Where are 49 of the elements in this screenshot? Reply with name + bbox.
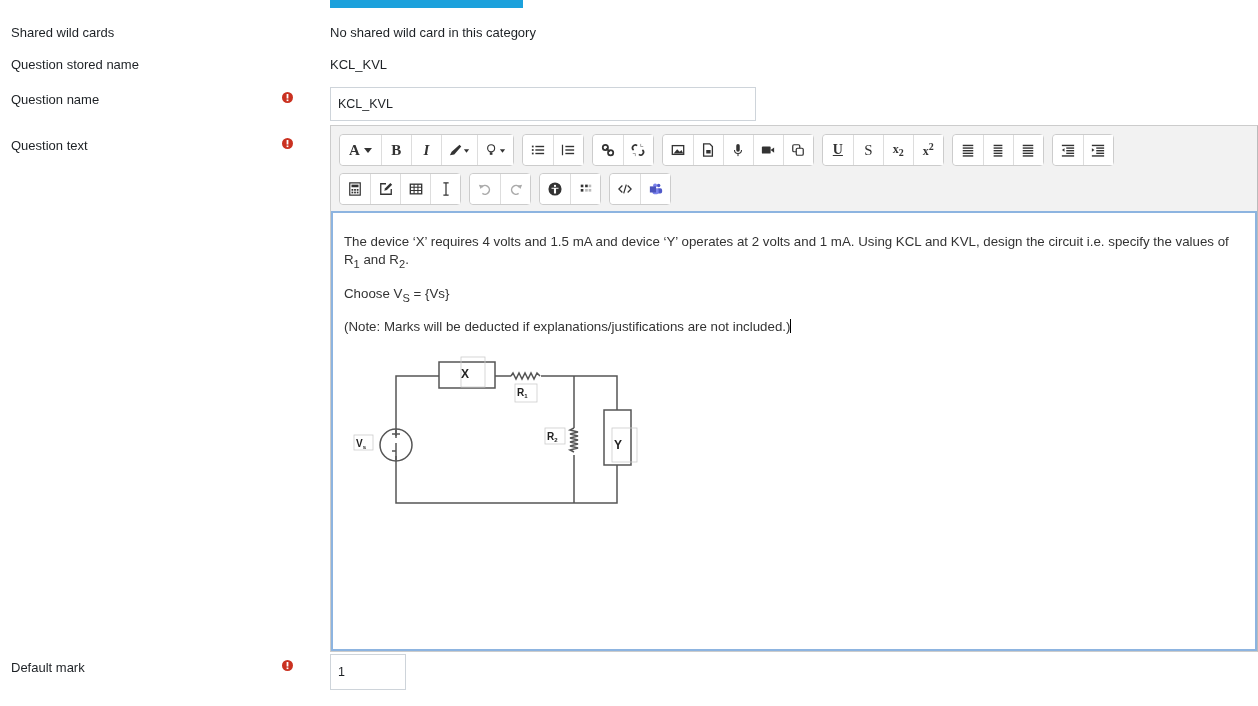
field-value: KCL_KVL bbox=[330, 57, 388, 72]
copy-button[interactable] bbox=[782, 135, 813, 165]
calculator-icon bbox=[348, 182, 362, 196]
align-right-icon bbox=[1021, 143, 1036, 157]
circuit-label: R$_{2}$ bbox=[547, 431, 558, 444]
circuit-label: R$_{1}$ bbox=[517, 387, 528, 400]
field-label: Question name bbox=[10, 91, 101, 107]
brush-icon bbox=[448, 143, 470, 157]
edit-icon bbox=[378, 182, 393, 196]
default-mark-field[interactable]: 1 bbox=[330, 654, 406, 690]
copy-icon bbox=[791, 143, 806, 157]
field-value: No shared wild card in this category bbox=[330, 25, 536, 40]
outdent-icon bbox=[1060, 143, 1075, 157]
field-label: Question stored name bbox=[10, 58, 140, 72]
undo-icon bbox=[478, 182, 492, 196]
indent-icon bbox=[1091, 143, 1106, 157]
align-right-button[interactable] bbox=[1012, 135, 1043, 165]
paragraph: Choose V$_{S}$ = {Vs} bbox=[344, 284, 451, 306]
text-cursor-button[interactable] bbox=[430, 174, 460, 204]
align-left-icon bbox=[960, 143, 975, 157]
circuit-label: X bbox=[461, 367, 469, 382]
field-label: Default mark bbox=[10, 659, 86, 675]
circuit-label: V$_{s}$ bbox=[356, 438, 366, 451]
lightbulb-icon bbox=[484, 143, 506, 157]
numbered-list-button[interactable] bbox=[552, 135, 583, 165]
indent-button[interactable] bbox=[1082, 135, 1113, 165]
numbered-list-icon bbox=[561, 143, 576, 157]
dotted-grid-button[interactable] bbox=[570, 174, 600, 204]
table-icon bbox=[408, 182, 423, 196]
superscript-button[interactable]: x$^{2}$ bbox=[912, 135, 943, 165]
lightbulb-button[interactable] bbox=[476, 135, 513, 165]
unlink-button[interactable] bbox=[622, 135, 653, 165]
document-icon bbox=[701, 143, 716, 157]
question-name-field[interactable]: KCL_KVL bbox=[330, 87, 756, 121]
field-label: Shared wild cards bbox=[10, 26, 116, 40]
paragraph: (Note: Marks will be deducted if explanations/justifications are not included.) bbox=[344, 318, 793, 337]
accessibility-icon bbox=[548, 182, 562, 196]
paragraph: The device ‘X’ requires 4 volts and 1.5 mA and device ‘Y’ operates at 2 volts and 1 mA. Using KCL and KVL, design the circuit i.e. specify the values of R$_{1}$ and R$_{2}$. bbox=[344, 233, 1230, 272]
redo-icon bbox=[508, 182, 523, 196]
people-icon bbox=[648, 182, 663, 196]
people-button[interactable] bbox=[640, 174, 670, 204]
code-icon bbox=[618, 182, 632, 196]
unlink-icon bbox=[631, 143, 646, 157]
field-label: Question text bbox=[10, 137, 89, 153]
circuit-label: Y bbox=[614, 438, 622, 453]
image-icon bbox=[670, 143, 685, 157]
bullet-list-icon bbox=[530, 143, 545, 157]
caret-icon bbox=[363, 147, 372, 153]
link-icon bbox=[600, 143, 615, 157]
